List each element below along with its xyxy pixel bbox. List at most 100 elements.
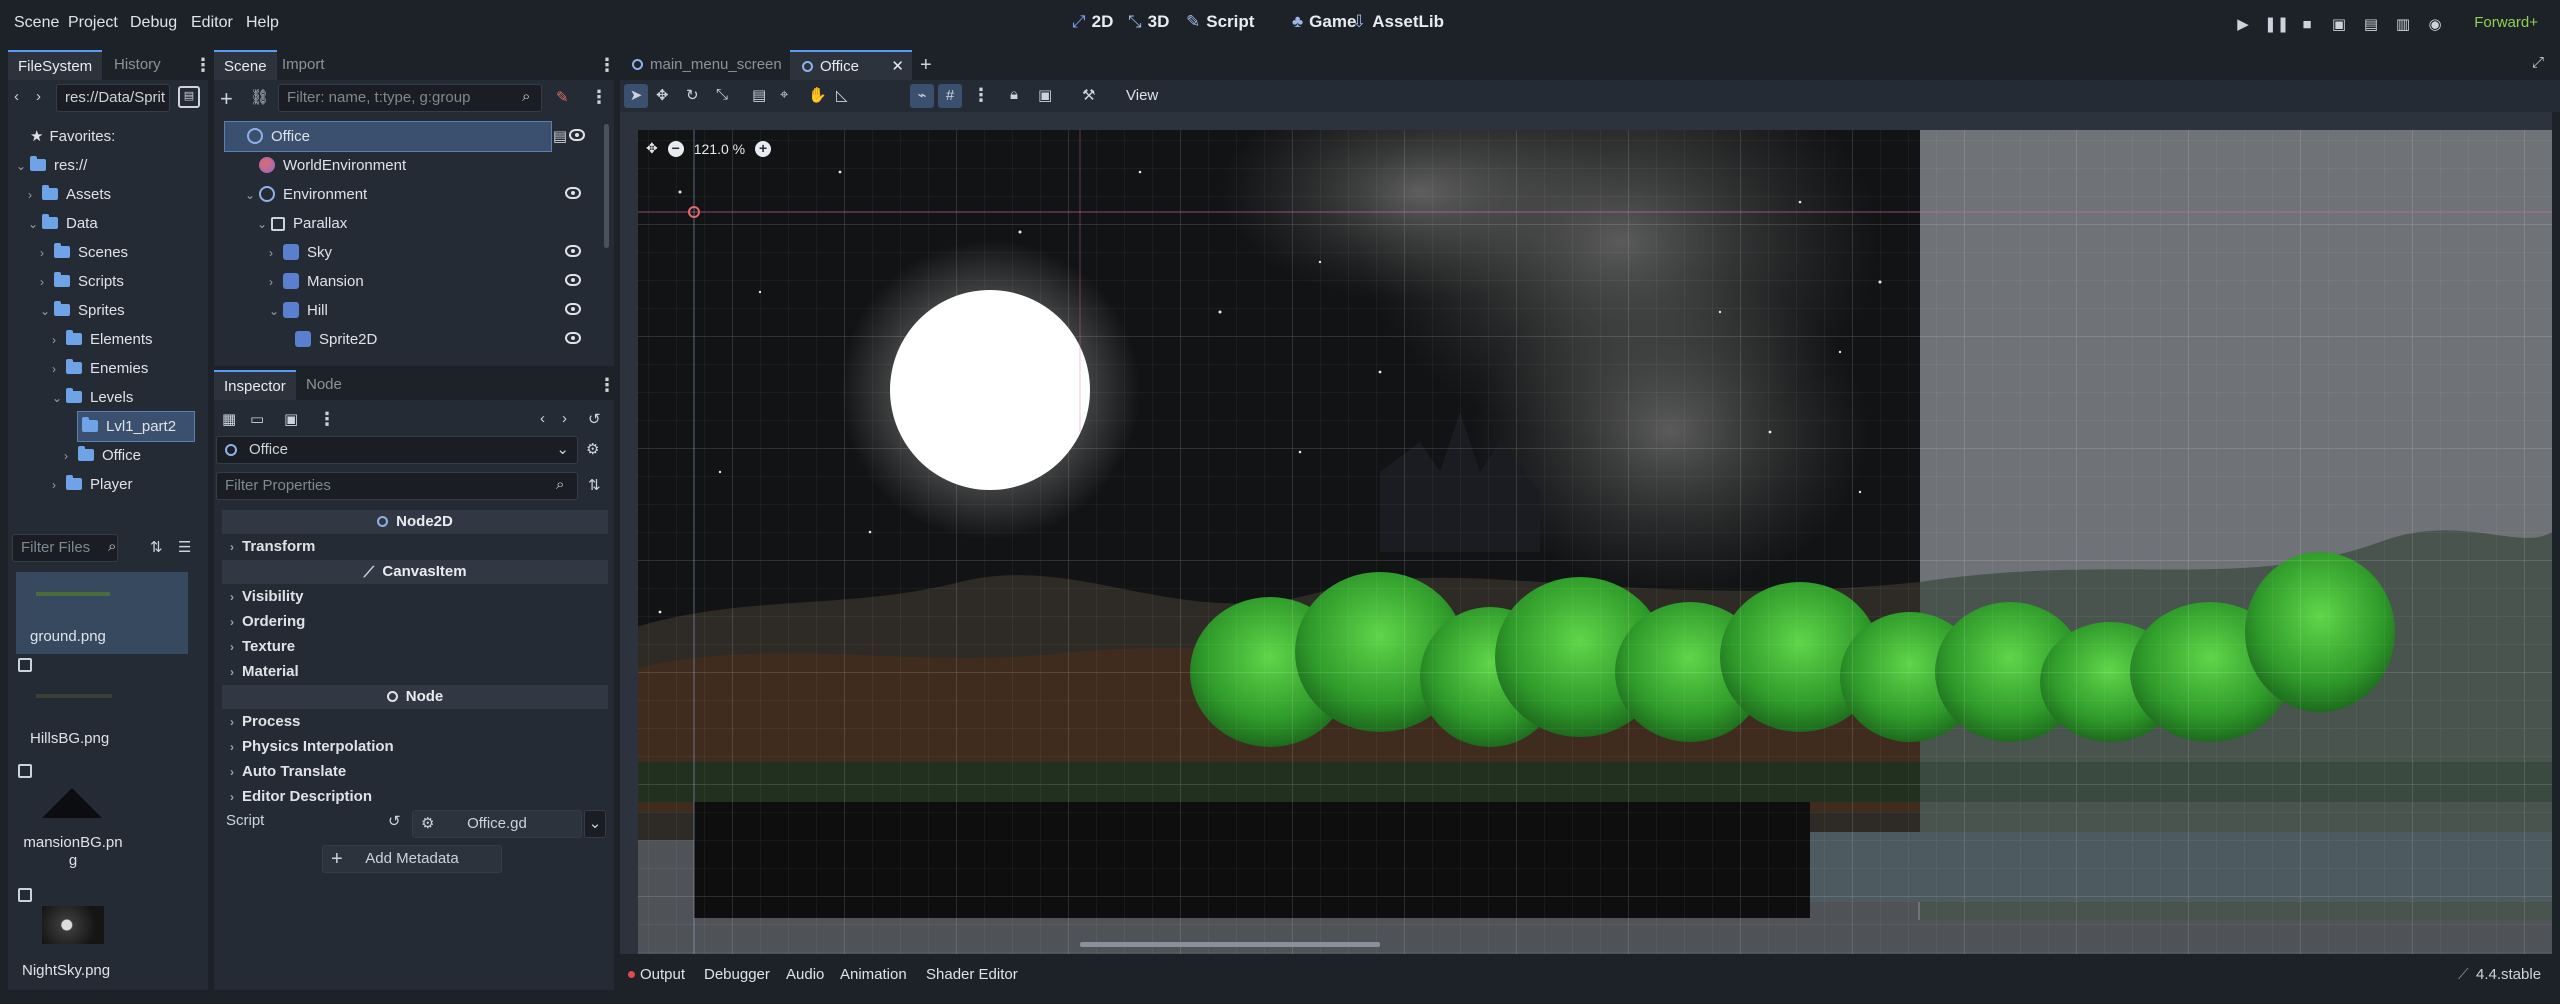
horizontal-scrollbar[interactable]	[1080, 942, 1380, 947]
chevron-down-icon[interactable]: ⌄	[52, 384, 66, 413]
visibility-eye-icon[interactable]	[565, 303, 581, 315]
mode-3d-button[interactable]: ⤡ 3D	[1128, 12, 1169, 32]
scene-options-icon[interactable]: ⋮	[590, 88, 608, 108]
pivot-tool-icon[interactable]: ⌖	[780, 86, 788, 103]
mode-2d-button[interactable]: ⤢ 2D	[1072, 12, 1113, 32]
property-group-material[interactable]: › Material	[222, 660, 608, 684]
scene-node-sky[interactable]: › Sky	[225, 238, 595, 267]
file-tree-item-scenes[interactable]: › Scenes	[40, 238, 128, 267]
property-group-process[interactable]: › Process	[222, 710, 608, 734]
select-tool-icon[interactable]: ➤	[624, 84, 648, 108]
pan-tool-icon[interactable]: ✋	[808, 86, 827, 104]
distraction-free-icon[interactable]: ⤢	[2532, 54, 2544, 71]
play-custom-icon[interactable]: ▥	[2392, 14, 2414, 36]
tab-node[interactable]: Node	[296, 370, 352, 400]
visibility-eye-icon[interactable]	[565, 274, 581, 286]
bottom-tab-animation[interactable]: Animation	[840, 960, 907, 990]
filesystem-path-field[interactable]: res://Data/Sprit	[56, 84, 170, 112]
add-metadata-button[interactable]: + Add Metadata	[322, 845, 502, 873]
open-resource-icon[interactable]: ▭	[250, 410, 264, 428]
scene-node-parallax[interactable]: ⌄ Parallax	[225, 209, 595, 238]
property-group-visibility[interactable]: › Visibility	[222, 585, 608, 609]
tab-inspector[interactable]: Inspector	[214, 370, 296, 400]
property-group-editor-description[interactable]: › Editor Description	[222, 785, 608, 809]
scene-menu-icon[interactable]: ⋮	[598, 56, 616, 76]
tab-main-menu-screen[interactable]: main_menu_screen	[620, 50, 790, 80]
file-tree-item-office[interactable]: › Office	[64, 441, 141, 470]
mode-assetlib-button[interactable]: ⇩ AssetLib	[1352, 12, 1444, 32]
list-view-icon[interactable]: ☰	[178, 538, 191, 556]
file-item-mansionbg[interactable]: mansionBG.pn g	[16, 782, 188, 880]
pause-icon[interactable]: ❚❚	[2264, 14, 2289, 36]
zoom-level[interactable]: 121.0 %	[694, 141, 745, 157]
bottom-tab-output[interactable]: Output	[640, 960, 685, 990]
resource-options-icon[interactable]: ⋮	[318, 410, 336, 430]
selectable-nodes-icon[interactable]: ▤	[752, 86, 766, 104]
visibility-eye-icon[interactable]	[565, 245, 581, 257]
center-view-icon[interactable]: ✥	[646, 140, 658, 157]
file-tree-item-lvl1-part2[interactable]: Lvl1_part2	[77, 411, 195, 442]
close-icon[interactable]: ✕	[891, 52, 904, 82]
file-tree-item-res-[interactable]: ⌄ res://	[16, 151, 87, 180]
visibility-eye-icon[interactable]	[569, 129, 585, 141]
chevron-right-icon[interactable]: ›	[40, 268, 54, 297]
canvas-viewport[interactable]: ✥ − 121.0 % +	[620, 112, 2552, 954]
favorites-row[interactable]: ★ Favorites:	[30, 122, 115, 151]
file-item-ground[interactable]: ground.png	[16, 572, 188, 654]
object-history-icon[interactable]: ↺	[588, 410, 601, 428]
menu-help[interactable]: Help	[246, 14, 279, 32]
stop-icon[interactable]: ■	[2296, 14, 2318, 36]
file-tree-item-player[interactable]: › Player	[52, 470, 133, 499]
property-group-ordering[interactable]: › Ordering	[222, 610, 608, 634]
scene-filter-input[interactable]: Filter: name, t:type, g:group	[278, 84, 542, 112]
property-group-texture[interactable]: › Texture	[222, 635, 608, 659]
file-tree-item-elements[interactable]: › Elements	[52, 325, 153, 354]
menu-debug[interactable]: Debug	[130, 14, 177, 32]
chevron-down-icon[interactable]: ⌄	[28, 210, 42, 239]
properties-options-icon[interactable]: ⇅	[588, 476, 601, 494]
tab-office[interactable]: Office ✕	[790, 50, 912, 80]
scene-tree-scrollbar[interactable]	[604, 124, 609, 248]
filesystem-menu-icon[interactable]: ⋮	[194, 56, 212, 76]
lock-icon[interactable]: 🔒︎	[1010, 86, 1018, 103]
history-back-icon[interactable]: ‹	[540, 410, 545, 427]
tab-scene[interactable]: Scene	[214, 50, 277, 80]
revert-icon[interactable]: ↺	[388, 812, 401, 830]
ruler-tool-icon[interactable]: ◺	[836, 86, 848, 104]
scene-node-environment[interactable]: ⌄ Environment	[225, 180, 595, 209]
chevron-right-icon[interactable]: ›	[40, 239, 54, 268]
filter-properties-input[interactable]: Filter Properties	[216, 472, 578, 500]
file-tree-item-data[interactable]: ⌄ Data	[28, 209, 98, 238]
tab-filesystem[interactable]: FileSystem	[8, 50, 103, 80]
split-mode-icon[interactable]: ▤	[178, 86, 200, 108]
scene-node-sprite2d[interactable]: Sprite2D	[225, 325, 595, 354]
scene-node-mansion[interactable]: › Mansion	[225, 267, 595, 296]
bottom-tab-shader-editor[interactable]: Shader Editor	[926, 960, 1018, 990]
visibility-eye-icon[interactable]	[565, 332, 581, 344]
file-tree-item-scripts[interactable]: › Scripts	[40, 267, 124, 296]
property-group-auto-translate[interactable]: › Auto Translate	[222, 760, 608, 784]
property-group-physics-interpolation[interactable]: › Physics Interpolation	[222, 735, 608, 759]
tab-history[interactable]: History	[104, 50, 171, 80]
chevron-right-icon[interactable]: ›	[52, 355, 66, 384]
chevron-down-icon[interactable]: ⌄	[269, 297, 283, 326]
chevron-right-icon[interactable]: ›	[28, 181, 42, 210]
scene-node-hill[interactable]: ⌄ Hill	[225, 296, 595, 325]
chevron-right-icon[interactable]: ›	[52, 326, 66, 355]
play-icon[interactable]: ▶	[2232, 14, 2254, 36]
file-item-nightsky[interactable]: NightSky.png	[16, 906, 188, 990]
movie-maker-icon[interactable]: ◉	[2424, 14, 2446, 36]
script-dropdown-button[interactable]: ⌄	[584, 810, 606, 838]
back-icon[interactable]: ‹	[14, 88, 19, 105]
chevron-right-icon[interactable]: ›	[64, 442, 78, 471]
forward-icon[interactable]: ›	[36, 88, 41, 105]
scene-node-worldenvironment[interactable]: WorldEnvironment	[225, 151, 595, 180]
menu-scene[interactable]: Scene	[14, 14, 59, 32]
file-tree-item-assets[interactable]: › Assets	[28, 180, 111, 209]
play-scene-icon[interactable]: ▤	[2360, 14, 2382, 36]
new-tab-icon[interactable]: +	[920, 54, 932, 77]
snap-options-icon[interactable]: ⋮	[972, 86, 990, 106]
move-tool-icon[interactable]: ✥	[656, 86, 669, 104]
file-item-hillsbg[interactable]: HillsBG.png	[16, 676, 188, 760]
save-resource-icon[interactable]: ▣	[284, 410, 298, 428]
